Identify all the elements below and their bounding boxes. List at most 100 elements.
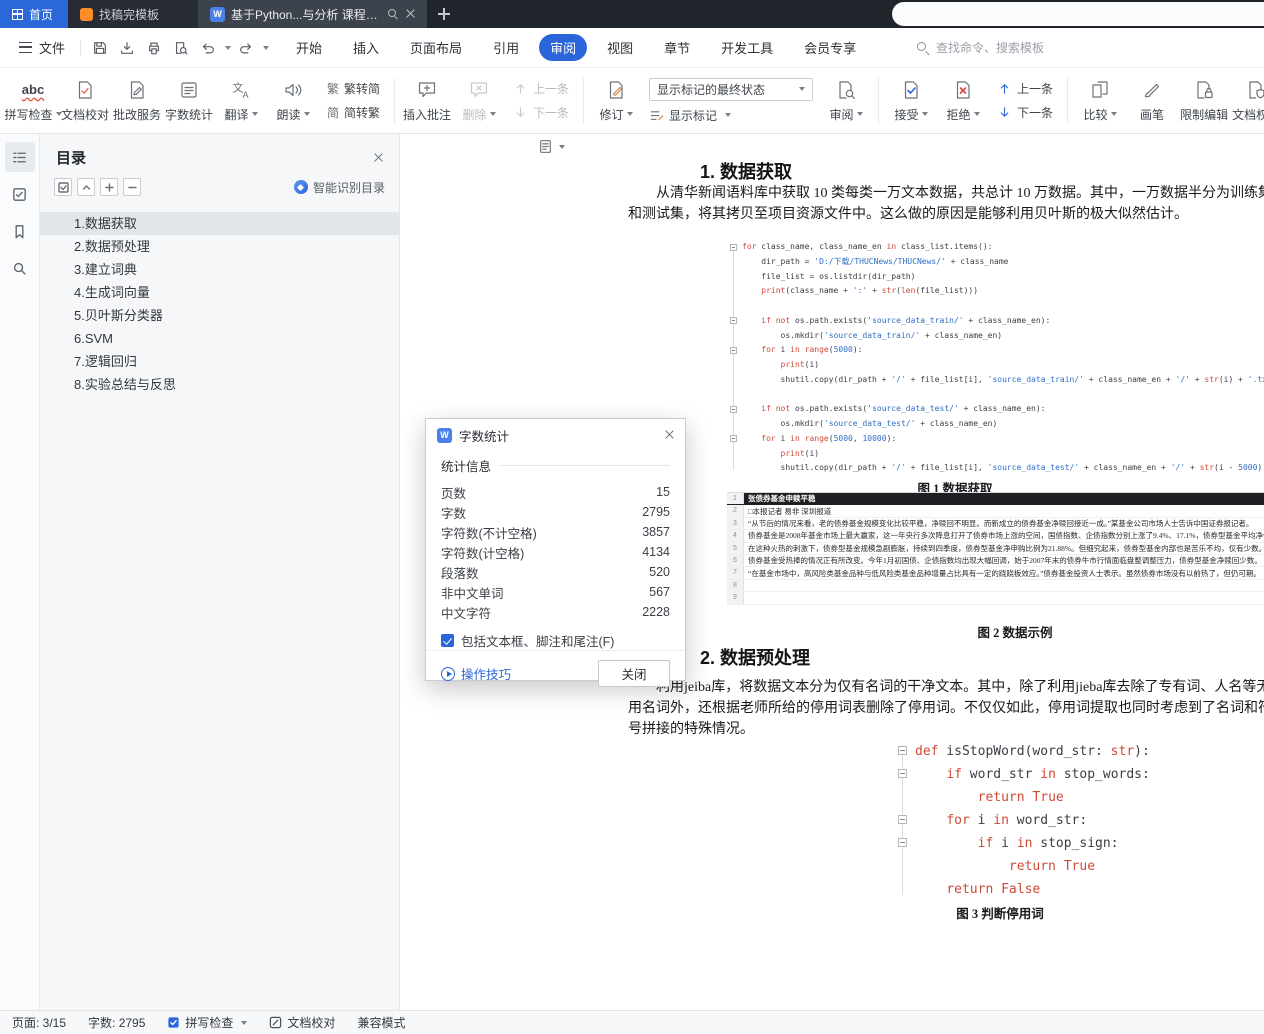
page-indicator[interactable]: 页面: 3/15 (12, 1014, 66, 1031)
restrict-edit-button[interactable]: 限制编辑 (1179, 72, 1229, 130)
smart-recognize-toc-button[interactable]: 智能识别目录 (293, 179, 385, 196)
page-view-button[interactable] (538, 139, 565, 154)
toc-item-0[interactable]: 1.数据获取 (40, 212, 399, 235)
menu-tab-5[interactable]: 视图 (596, 34, 644, 61)
wps-writer-icon: W (210, 6, 225, 22)
reject-button[interactable]: 拒绝 (938, 72, 988, 130)
menu-tab-2[interactable]: 页面布局 (399, 34, 473, 61)
new-tab-button[interactable] (427, 0, 461, 28)
toc-item-4[interactable]: 5.贝叶斯分类器 (40, 304, 399, 327)
fold-marker-icon[interactable] (730, 405, 737, 413)
fold-marker-icon[interactable] (898, 769, 907, 778)
file-menu-button[interactable]: 文件 (10, 34, 74, 62)
word-count-button[interactable]: 字数统计 (164, 72, 214, 130)
proofread-toggle[interactable]: 文档校对 (269, 1014, 335, 1031)
menu-tab-8[interactable]: 会员专享 (793, 34, 867, 61)
redo-dropdown-caret[interactable] (263, 45, 270, 50)
tab-search-icon[interactable] (387, 8, 399, 20)
outline-panel-button[interactable] (4, 142, 35, 172)
redo-button[interactable] (233, 35, 258, 60)
toc-item-3[interactable]: 4.生成词向量 (40, 281, 399, 304)
review-label: 审阅 (829, 107, 854, 122)
close-button[interactable]: 关闭 (598, 660, 670, 687)
menu-tab-4[interactable]: 审阅 (539, 34, 588, 61)
trad-to-simp-button[interactable]: 繁繁转简 (327, 80, 380, 97)
toc-select-button[interactable] (54, 178, 72, 196)
fold-marker-icon[interactable] (730, 346, 737, 354)
command-search[interactable]: 查找命令、搜索模板 (916, 39, 1044, 56)
doc-permission-button[interactable]: 文档权限 (1231, 72, 1264, 130)
insert-comment-button[interactable]: 插入批注 (402, 72, 452, 130)
prev-change-button[interactable]: 上一条 (997, 80, 1053, 97)
tasks-panel-button[interactable] (5, 179, 35, 209)
tips-link[interactable]: 操作技巧 (441, 664, 511, 683)
prev-comment-button[interactable]: 上一条 (513, 80, 569, 97)
tab-close-icon[interactable] (405, 9, 415, 19)
toc-item-7[interactable]: 8.实验总结与反思 (40, 373, 399, 396)
toc-item-1[interactable]: 2.数据预处理 (40, 235, 399, 258)
fold-marker-icon[interactable] (898, 746, 907, 755)
pen-label: 画笔 (1140, 107, 1165, 122)
spellcheck-button[interactable]: abc 拼写检查 (5, 72, 62, 130)
dialog-titlebar[interactable]: W 字数统计 (426, 419, 685, 451)
toc-close-icon[interactable] (373, 153, 383, 163)
accept-button[interactable]: 接受 (886, 72, 936, 130)
delete-comment-button[interactable]: 删除 (454, 72, 504, 130)
sample-row: 2 □本报记者 易非 深圳报道 (727, 505, 1264, 518)
print-button[interactable] (141, 35, 166, 60)
arrow-down-icon (516, 107, 525, 117)
track-changes-button[interactable]: 修订 (591, 72, 641, 130)
correction-service-button[interactable]: 批改服务 (112, 72, 162, 130)
simp-to-trad-button[interactable]: 简简转繁 (327, 104, 380, 121)
toc-expand-all-button[interactable] (100, 178, 118, 196)
toc-item-6[interactable]: 7.逻辑回归 (40, 350, 399, 373)
undo-button[interactable] (195, 35, 220, 60)
fold-marker-icon[interactable] (898, 815, 907, 824)
spellcheck-toggle[interactable]: 拼写检查 (167, 1014, 248, 1031)
read-aloud-button[interactable]: 朗读 (268, 72, 318, 130)
tab-home[interactable]: 首页 (0, 0, 68, 28)
translate-button[interactable]: 文A 翻译 (216, 72, 266, 130)
next-change-button[interactable]: 下一条 (997, 104, 1053, 121)
menu-tab-3[interactable]: 引用 (482, 34, 530, 61)
dialog-close-icon[interactable] (664, 430, 674, 440)
menu-tab-1[interactable]: 插入 (342, 34, 390, 61)
save-button[interactable] (87, 35, 112, 60)
code-line: for i in range(5000, 10000): (730, 432, 1264, 447)
menu-tab-0[interactable]: 开始 (285, 34, 333, 61)
fold-marker-icon[interactable] (730, 317, 737, 325)
print-preview-button[interactable] (168, 35, 193, 60)
bookmark-panel-button[interactable] (5, 216, 35, 246)
caret-down-icon (799, 87, 806, 91)
tab-document[interactable]: W 基于Python...与分析 课程论文 (198, 0, 427, 28)
fold-marker-icon[interactable] (730, 435, 737, 443)
next-comment-button[interactable]: 下一条 (513, 104, 569, 121)
toc-item-2[interactable]: 3.建立词典 (40, 258, 399, 281)
word-count-indicator[interactable]: 字数: 2795 (88, 1014, 145, 1031)
toc-collapse-all-button[interactable] (123, 178, 141, 196)
review-button[interactable]: 审阅 (821, 72, 871, 130)
markup-state-select[interactable]: 显示标记的最终状态 (649, 77, 814, 101)
search-panel-button[interactable] (5, 253, 35, 283)
tab-templates[interactable]: 找稿完模板 (68, 0, 198, 28)
menu-tab-6[interactable]: 章节 (653, 34, 701, 61)
toc-collapse-button[interactable] (77, 178, 95, 196)
show-markup-button[interactable]: 显示标记 (649, 107, 813, 124)
trad-to-simp-label: 繁转简 (344, 82, 381, 96)
code-line: return True (1008, 859, 1096, 874)
pen-button[interactable]: 画笔 (1127, 72, 1177, 130)
undo-dropdown-caret[interactable] (225, 45, 232, 50)
play-circle-icon (441, 666, 455, 681)
export-button[interactable] (114, 35, 139, 60)
menu-tab-7[interactable]: 开发工具 (710, 34, 784, 61)
stat-row: 段落数 520 (441, 565, 670, 581)
fold-marker-icon[interactable] (730, 243, 737, 251)
fold-marker-icon[interactable] (898, 838, 907, 847)
toc-item-5[interactable]: 6.SVM (40, 327, 399, 350)
compare-button[interactable]: 比较 (1075, 72, 1125, 130)
code-line: file_list = os.listdir(dir_path) (742, 271, 916, 281)
include-footnotes-checkbox[interactable]: 包括文本框、脚注和尾注(F) (441, 631, 670, 650)
home-grid-icon (12, 8, 23, 20)
doc-proofread-button[interactable]: 文档校对 (60, 72, 110, 130)
